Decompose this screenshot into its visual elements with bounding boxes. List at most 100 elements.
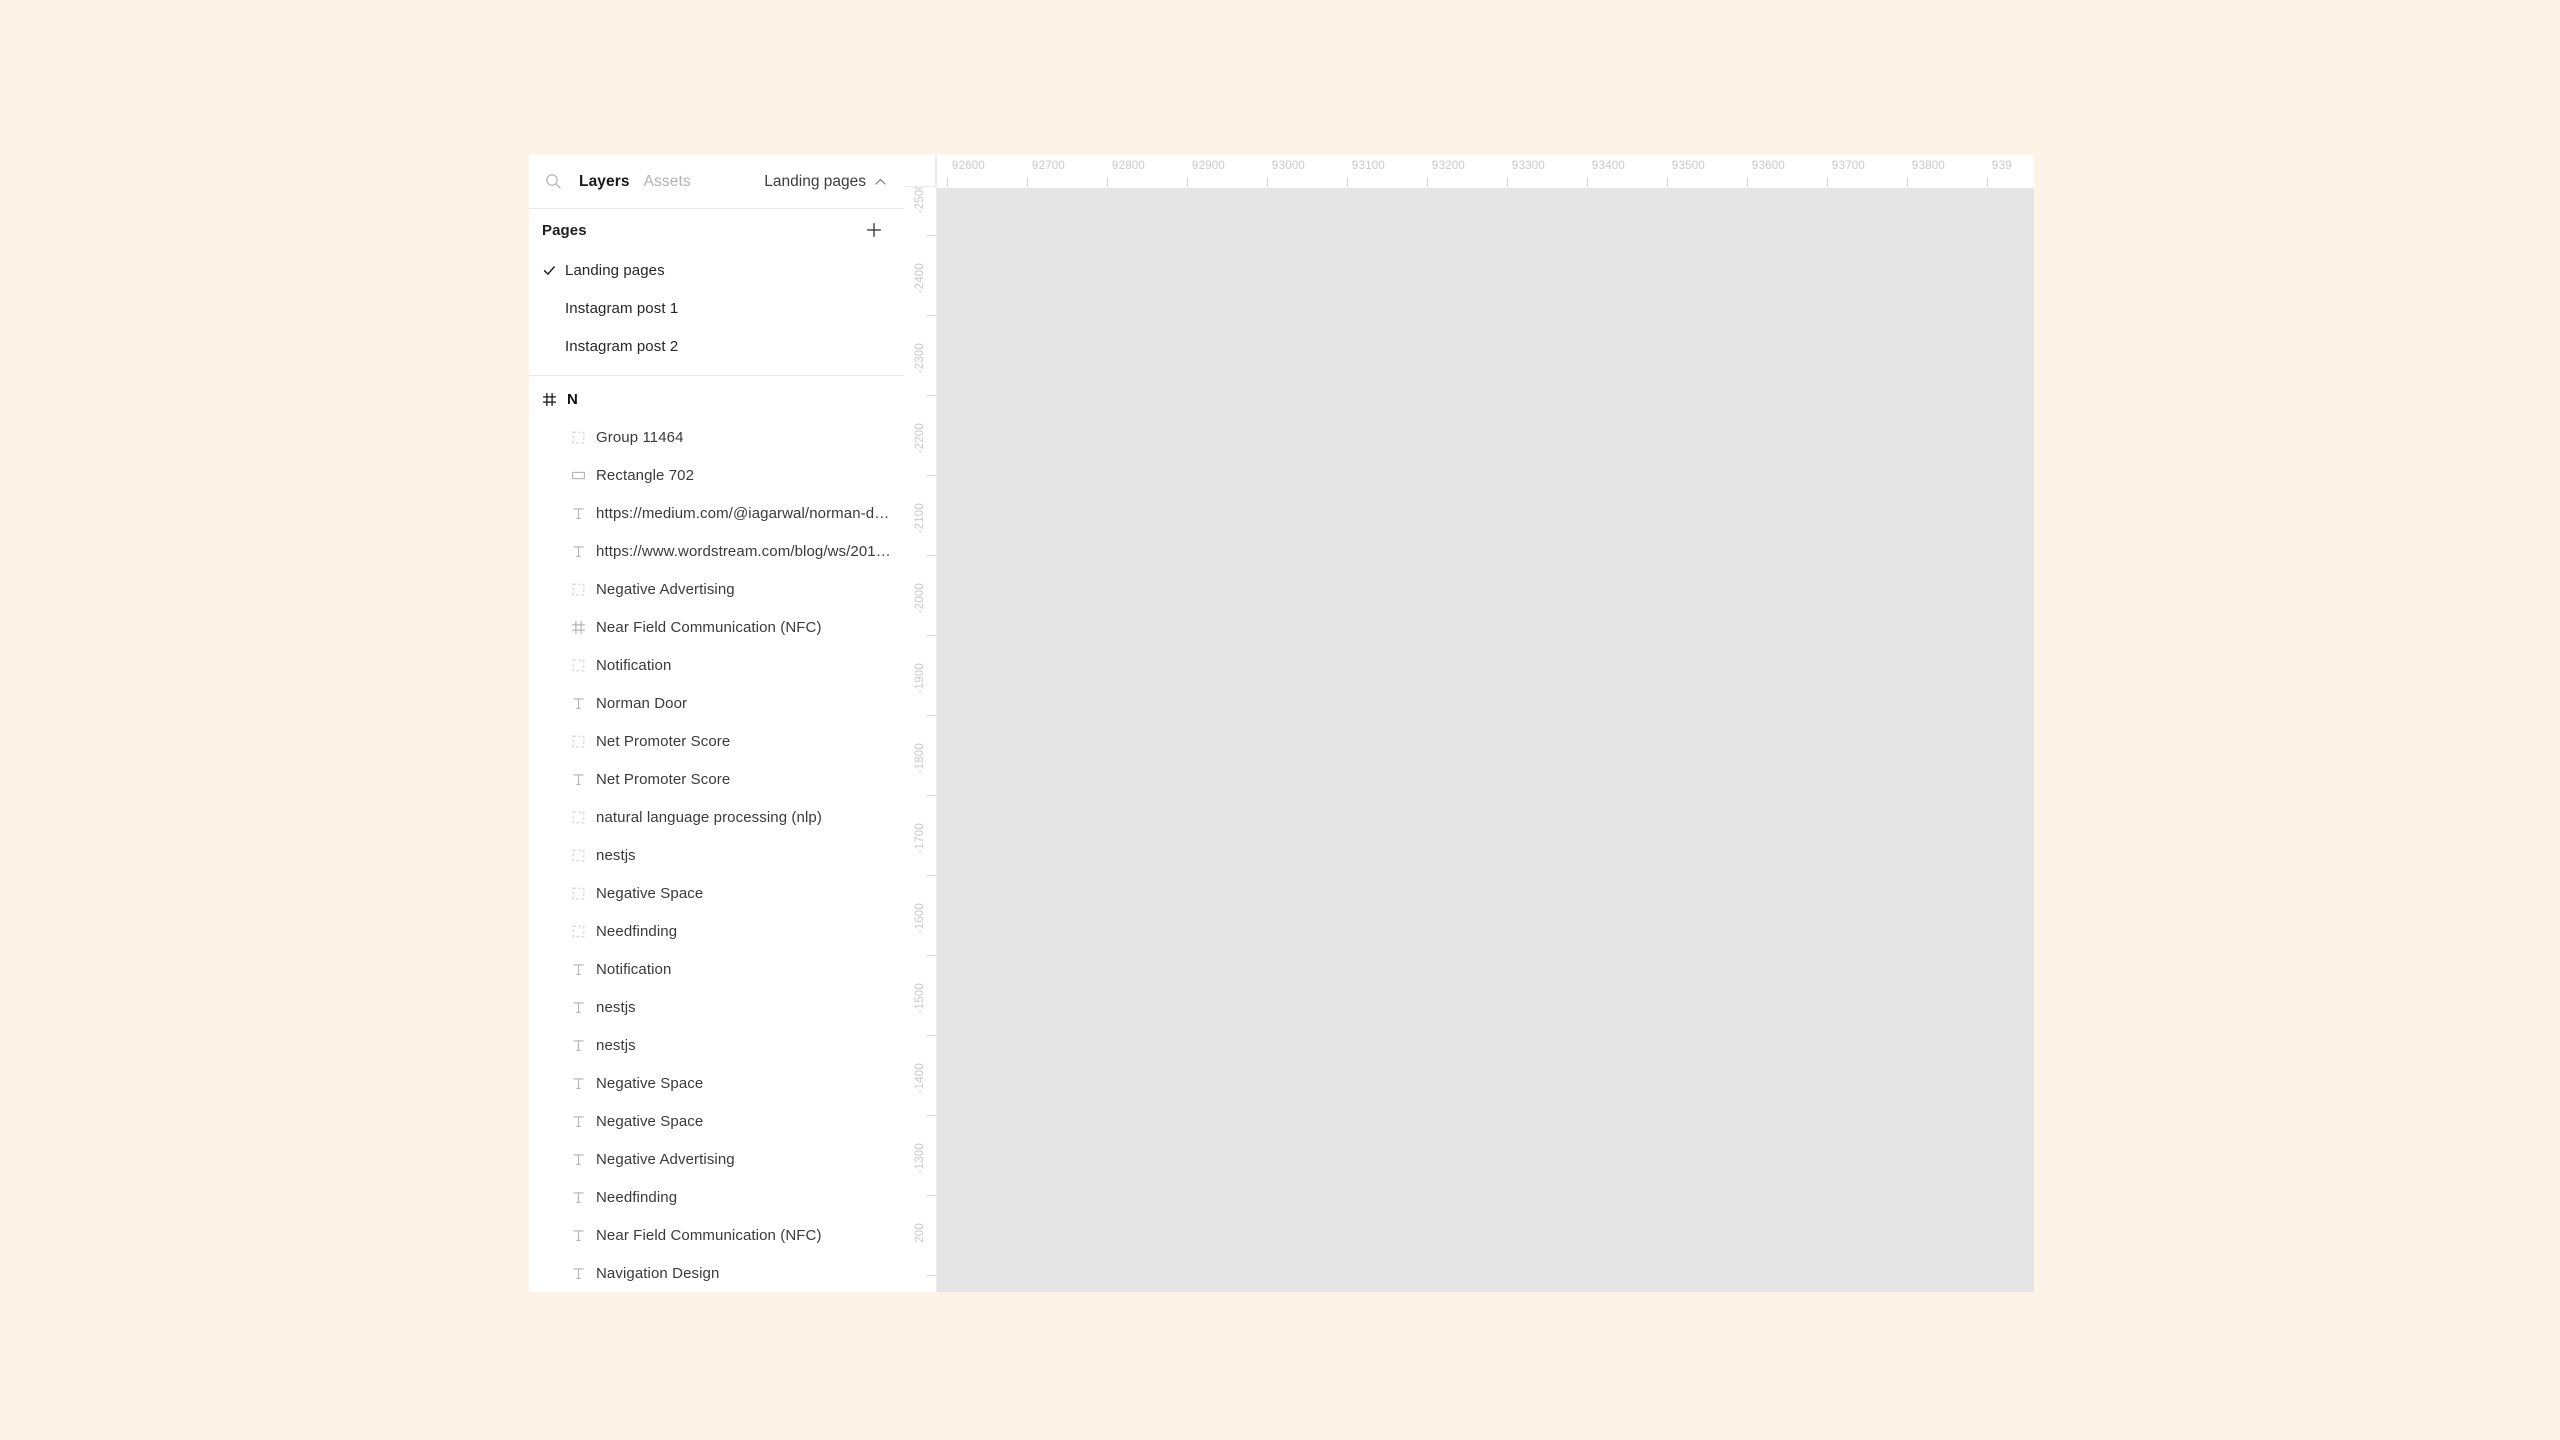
ruler-tick-label: 93300 xyxy=(1512,160,1545,172)
ruler-tick-mark xyxy=(927,315,936,316)
ruler-tick-label: 93600 xyxy=(1752,160,1785,172)
ruler-tick-label: -1600 xyxy=(914,903,926,934)
layer-row[interactable]: Needfinding xyxy=(529,912,904,950)
ruler-tick-label: -2000 xyxy=(914,583,926,614)
layer-label: https://medium.com/@iagarwal/norman-door… xyxy=(596,504,896,522)
text-icon xyxy=(571,544,593,559)
layer-row[interactable]: Negative Advertising xyxy=(529,570,904,608)
ruler-tick-mark xyxy=(947,178,948,187)
ruler-tick-label: 939 xyxy=(1992,160,2012,172)
ruler-tick-mark xyxy=(927,475,936,476)
layer-label: nestjs xyxy=(596,846,636,864)
ruler-tick-label: -2200 xyxy=(914,423,926,454)
layer-row[interactable]: natural language processing (nlp) xyxy=(529,798,904,836)
ruler-tick-mark xyxy=(1747,178,1748,187)
layer-row[interactable]: Notification xyxy=(529,950,904,988)
ruler-tick-label: 93800 xyxy=(1912,160,1945,172)
page-selector-dropdown[interactable]: Landing pages xyxy=(764,173,886,191)
text-icon xyxy=(571,772,593,787)
layer-row[interactable]: https://medium.com/@iagarwal/norman-door… xyxy=(529,494,904,532)
layer-row[interactable]: Near Field Communication (NFC) xyxy=(529,1216,904,1254)
ruler-tick-mark xyxy=(927,1195,936,1196)
ruler-tick-label: -1700 xyxy=(914,823,926,854)
ruler-corner xyxy=(904,155,936,187)
layer-row[interactable]: nestjs xyxy=(529,836,904,874)
ruler-tick-mark xyxy=(927,955,936,956)
layer-row[interactable]: Navigation Design xyxy=(529,1254,904,1292)
ruler-tick-mark xyxy=(1107,178,1108,187)
layer-row[interactable]: Net Promoter Score xyxy=(529,722,904,760)
layer-label: Negative Space xyxy=(596,1112,704,1130)
page-label: Instagram post 2 xyxy=(565,337,679,355)
page-row[interactable]: Landing pages xyxy=(529,251,904,289)
layer-label: Near Field Communication (NFC) xyxy=(596,618,822,636)
canvas-surface[interactable] xyxy=(937,188,2034,1292)
ruler-tick-label: -2400 xyxy=(914,263,926,294)
text-icon xyxy=(571,1038,593,1053)
text-icon xyxy=(571,1076,593,1091)
tab-assets[interactable]: Assets xyxy=(637,173,698,191)
layer-label: nestjs xyxy=(596,1036,636,1054)
page-row[interactable]: Instagram post 2 xyxy=(529,327,904,365)
search-icon[interactable] xyxy=(542,171,564,193)
group-icon xyxy=(571,886,593,901)
layer-label: Navigation Design xyxy=(596,1264,720,1282)
figma-app-window: Layers Assets Landing pages Pages Landin… xyxy=(529,155,2034,1292)
ruler-tick-mark xyxy=(1907,178,1908,187)
pages-list: Landing pages Instagram post 1 Instagram p… xyxy=(529,251,904,365)
ruler-tick-mark xyxy=(927,1115,936,1116)
layer-row[interactable]: Near Field Communication (NFC) xyxy=(529,608,904,646)
layer-row[interactable]: Needfinding xyxy=(529,1178,904,1216)
group-icon xyxy=(571,734,593,749)
ruler-tick-label: -1300 xyxy=(914,1143,926,1174)
text-icon xyxy=(571,1114,593,1129)
layer-row[interactable]: nestjs xyxy=(529,988,904,1026)
layer-label: Negative Space xyxy=(596,1074,704,1092)
text-icon xyxy=(571,1190,593,1205)
ruler-tick-mark xyxy=(1667,178,1668,187)
layer-label: Notification xyxy=(596,960,672,978)
ruler-tick-mark xyxy=(927,715,936,716)
layer-row[interactable]: Norman Door xyxy=(529,684,904,722)
layer-row[interactable]: Net Promoter Score xyxy=(529,760,904,798)
layer-label: Norman Door xyxy=(596,694,688,712)
page-row[interactable]: Instagram post 1 xyxy=(529,289,904,327)
layer-row[interactable]: Notification xyxy=(529,646,904,684)
tab-layers[interactable]: Layers xyxy=(572,173,637,191)
layer-label: Net Promoter Score xyxy=(596,770,731,788)
frame-icon xyxy=(571,620,593,635)
page-selector-label: Landing pages xyxy=(764,172,866,190)
ruler-tick-mark xyxy=(1027,178,1028,187)
layer-label: Needfinding xyxy=(596,922,678,940)
layers-panel: Layers Assets Landing pages Pages Landin… xyxy=(529,155,904,1292)
ruler-tick-label: 92700 xyxy=(1032,160,1065,172)
ruler-tick-mark xyxy=(927,875,936,876)
layer-row[interactable]: https://www.wordstream.com/blog/ws/2017/… xyxy=(529,532,904,570)
layer-row[interactable]: Negative Space xyxy=(529,874,904,912)
layer-row[interactable]: Negative Space xyxy=(529,1064,904,1102)
canvas-area[interactable]: 92600 92700 92800 92900 93000 93100 93200 93300… xyxy=(904,155,2034,1292)
layer-label: nestjs xyxy=(596,998,636,1016)
text-icon xyxy=(571,1228,593,1243)
ruler-tick-label: -1800 xyxy=(914,743,926,774)
ruler-tick-mark xyxy=(927,795,936,796)
layer-row[interactable]: Negative Advertising xyxy=(529,1140,904,1178)
layer-row[interactable]: Rectangle 702 xyxy=(529,456,904,494)
ruler-tick-label: -2100 xyxy=(914,503,926,534)
ruler-tick-mark xyxy=(927,635,936,636)
ruler-tick-label: -1900 xyxy=(914,663,926,694)
layer-row[interactable]: Negative Space xyxy=(529,1102,904,1140)
ruler-tick-label: -1500 xyxy=(914,983,926,1014)
ruler-tick-label: -2500 xyxy=(914,183,926,214)
ruler-tick-mark xyxy=(1267,178,1268,187)
layer-row[interactable]: nestjs xyxy=(529,1026,904,1064)
group-icon xyxy=(571,658,593,673)
add-page-button[interactable] xyxy=(862,218,886,242)
frame-icon xyxy=(542,392,564,407)
layer-label: Negative Space xyxy=(596,884,704,902)
layer-label: N xyxy=(567,390,578,408)
layer-row[interactable]: Group 11464 xyxy=(529,418,904,456)
layer-label: natural language processing (nlp) xyxy=(596,808,822,826)
layer-row[interactable]: N xyxy=(529,380,904,418)
layer-label: Group 11464 xyxy=(596,428,684,446)
